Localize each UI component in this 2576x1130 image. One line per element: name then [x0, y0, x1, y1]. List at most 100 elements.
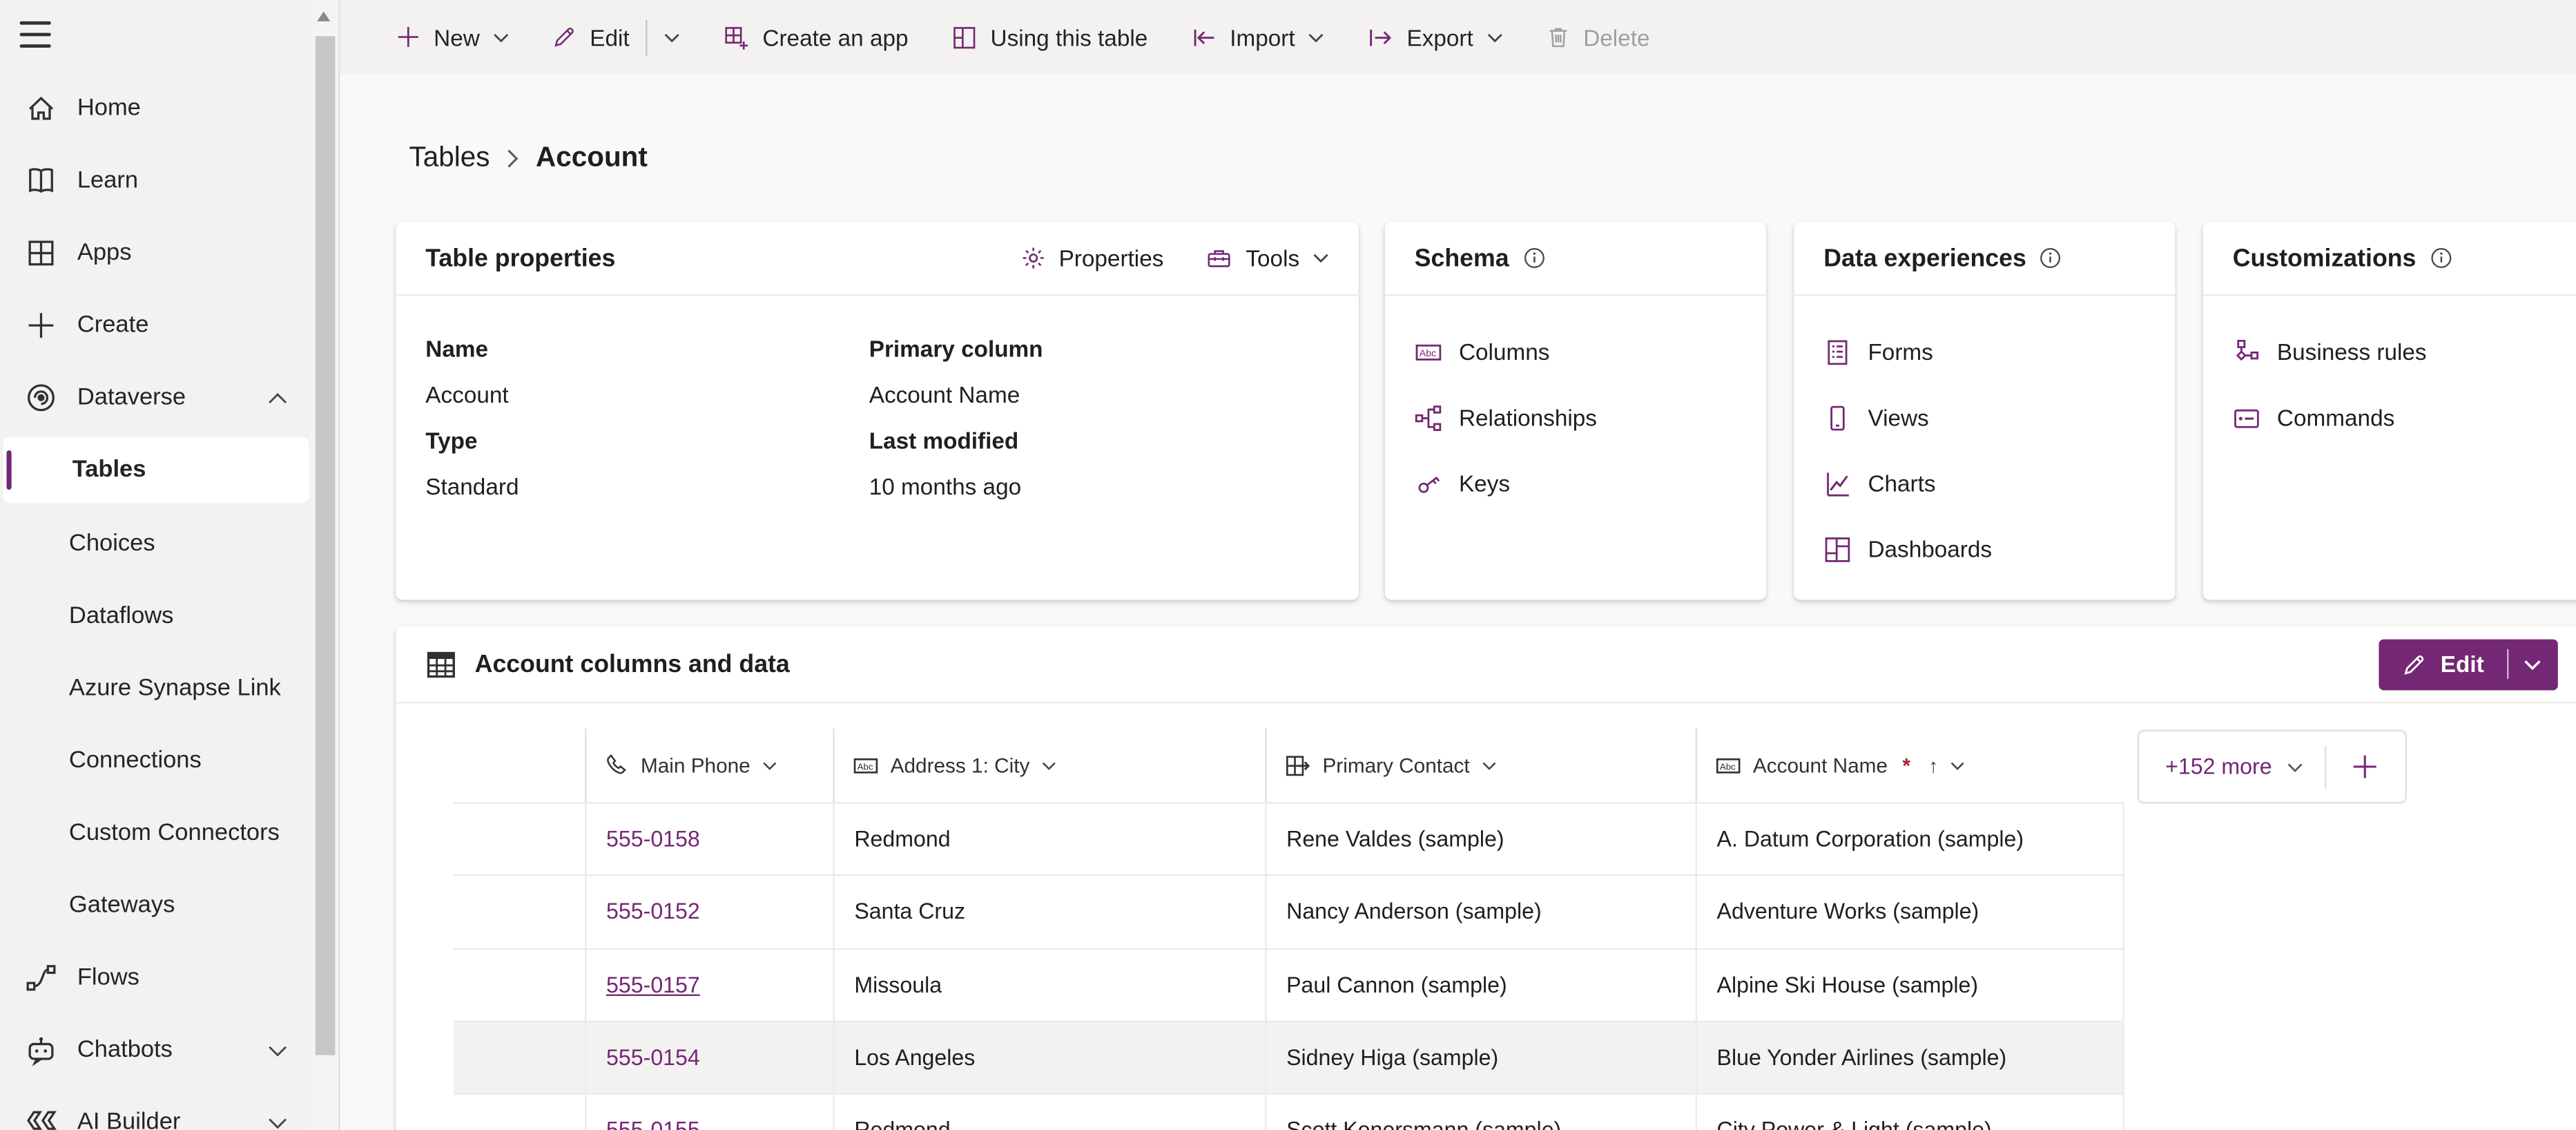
commands-label: Commands — [2276, 404, 2395, 431]
column-header-label: Main Phone — [640, 753, 750, 777]
account-name-cell[interactable]: Adventure Works (sample) — [1695, 874, 2124, 948]
sidebar-item-dataflows[interactable]: Dataflows — [0, 584, 311, 649]
more-columns-button[interactable]: +152 more — [2139, 754, 2303, 779]
city-cell[interactable]: Redmond — [833, 1093, 1266, 1130]
sidebar-item-label: Gateways — [68, 892, 175, 919]
sidebar-item-chatbots[interactable]: Chatbots — [0, 1017, 311, 1083]
info-icon[interactable] — [2429, 247, 2452, 269]
info-icon[interactable] — [2040, 247, 2062, 269]
dashboards-icon — [1825, 536, 1850, 562]
column-header-label: Primary Contact — [1322, 753, 1470, 777]
card-title: Customizations — [2232, 244, 2417, 272]
row-select-cell[interactable] — [453, 1093, 585, 1130]
views-link[interactable]: Views — [1794, 385, 2175, 450]
table-row[interactable]: 555-0155 Redmond Scott Konersmann (sampl… — [453, 1093, 2124, 1130]
primary-contact-cell[interactable]: Scott Konersmann (sample) — [1265, 1093, 1696, 1130]
primary-contact-cell[interactable]: Sidney Higa (sample) — [1265, 1020, 1696, 1093]
home-icon — [29, 96, 53, 120]
scrollbar-up-arrow-icon[interactable] — [317, 11, 331, 21]
customizations-card: Customizations Business rules Commands — [2202, 222, 2576, 600]
breadcrumb-current-page: Account — [536, 141, 648, 173]
charts-icon — [1827, 472, 1849, 496]
delete-button[interactable]: Delete — [1545, 24, 1650, 50]
tools-button[interactable]: Tools — [1206, 245, 1329, 271]
primary-contact-cell[interactable]: Nancy Anderson (sample) — [1265, 874, 1696, 948]
info-icon[interactable] — [1522, 247, 1545, 269]
scrollbar-thumb[interactable] — [314, 36, 335, 1055]
edit-table-button[interactable]: Edit — [2378, 638, 2558, 690]
plus-icon — [2354, 755, 2377, 778]
abc-field-icon: Abc — [1415, 343, 1442, 360]
export-button[interactable]: Export — [1367, 24, 1502, 50]
primary-contact-cell[interactable]: Rene Valdes (sample) — [1265, 802, 1696, 875]
column-header-primary-contact[interactable]: Primary Contact — [1265, 728, 1695, 803]
row-select-cell[interactable] — [453, 802, 585, 874]
columns-link[interactable]: Abc Columns — [1385, 319, 1766, 385]
data-section-title: Account columns and data — [474, 650, 790, 678]
sidebar-item-connections[interactable]: Connections — [0, 728, 311, 794]
column-header-address1-city[interactable]: Abc Address 1: City — [833, 728, 1265, 803]
forms-label: Forms — [1868, 338, 1933, 365]
city-cell[interactable]: Redmond — [833, 802, 1266, 875]
phone-link[interactable]: 555-0154 — [606, 1045, 700, 1070]
phone-link[interactable]: 555-0158 — [606, 827, 700, 852]
edit-button[interactable]: Edit — [552, 24, 630, 50]
sidebar-item-choices[interactable]: Choices — [0, 511, 311, 577]
sidebar-item-learn[interactable]: Learn — [0, 148, 311, 213]
row-select-cell[interactable] — [453, 947, 585, 1020]
sidebar-item-apps[interactable]: Apps — [0, 220, 311, 286]
field-value-primary-column: Account Name — [869, 381, 1020, 408]
column-header-main-phone[interactable]: Main Phone — [585, 728, 833, 803]
account-name-cell[interactable]: A. Datum Corporation (sample) — [1695, 802, 2124, 875]
account-name-cell[interactable]: Blue Yonder Airlines (sample) — [1695, 1020, 2124, 1093]
table-row[interactable]: 555-0152 Santa Cruz Nancy Anderson (samp… — [453, 874, 2124, 948]
sidebar-item-label: AI Builder — [77, 1109, 181, 1130]
sidebar-item-home[interactable]: Home — [0, 75, 311, 141]
sidebar-item-label: Azure Synapse Link — [68, 675, 281, 702]
sidebar: Home Learn Apps Create Dataverse Tables … — [0, 0, 311, 1130]
tools-label: Tools — [1246, 245, 1300, 271]
account-name-cell[interactable]: Alpine Ski House (sample) — [1695, 947, 2124, 1021]
sidebar-item-label: Tables — [72, 457, 146, 483]
commands-link[interactable]: Commands — [2203, 385, 2576, 450]
sidebar-item-create[interactable]: Create — [0, 293, 311, 358]
row-select-cell[interactable] — [453, 874, 585, 948]
breadcrumb-tables-link[interactable]: Tables — [409, 142, 490, 175]
primary-contact-cell[interactable]: Paul Cannon (sample) — [1265, 947, 1696, 1021]
charts-link[interactable]: Charts — [1794, 450, 2175, 516]
table-row[interactable]: 555-0158 Redmond Rene Valdes (sample) A.… — [453, 802, 2124, 875]
sidebar-item-gateways[interactable]: Gateways — [0, 872, 311, 938]
keys-link[interactable]: Keys — [1385, 450, 1766, 516]
phone-link[interactable]: 555-0157 — [606, 973, 700, 997]
table-row[interactable]: 555-0157 Missoula Paul Cannon (sample) A… — [453, 947, 2124, 1021]
dashboards-link[interactable]: Dashboards — [1794, 516, 2175, 582]
hamburger-menu-icon[interactable] — [19, 21, 51, 48]
city-cell[interactable]: Los Angeles — [833, 1020, 1266, 1093]
relationships-link[interactable]: Relationships — [1385, 385, 1766, 450]
business-rules-link[interactable]: Business rules — [2203, 319, 2576, 385]
column-header-account-name[interactable]: Abc Account Name * ↑ — [1695, 728, 2124, 803]
phone-link[interactable]: 555-0155 — [606, 1118, 700, 1130]
data-experiences-card: Data experiences Forms Views Charts Dash… — [1794, 222, 2176, 600]
city-cell[interactable]: Santa Cruz — [833, 874, 1266, 948]
sidebar-item-azure-synapse-link[interactable]: Azure Synapse Link — [0, 655, 311, 721]
row-select-cell[interactable] — [453, 1020, 585, 1093]
sidebar-item-flows[interactable]: Flows — [0, 945, 311, 1011]
city-cell[interactable]: Missoula — [833, 947, 1266, 1021]
using-this-table-button[interactable]: Using this table — [951, 24, 1147, 50]
table-row-hovered[interactable]: 555-0154 Los Angeles Sidney Higa (sample… — [453, 1020, 2124, 1093]
properties-button[interactable]: Properties — [1019, 245, 1163, 271]
import-button[interactable]: Import — [1190, 24, 1324, 50]
forms-link[interactable]: Forms — [1794, 319, 2175, 385]
edit-dropdown-button[interactable] — [664, 32, 681, 42]
sidebar-item-dataverse[interactable]: Dataverse — [0, 365, 311, 430]
sidebar-item-tables[interactable]: Tables — [3, 437, 309, 504]
create-an-app-button[interactable]: Create an app — [723, 24, 909, 50]
new-button[interactable]: New — [396, 24, 509, 50]
phone-link[interactable]: 555-0152 — [606, 900, 700, 925]
add-column-button[interactable] — [2326, 753, 2405, 781]
sidebar-item-ai-builder[interactable]: AI Builder — [0, 1090, 311, 1130]
account-name-cell[interactable]: City Power & Light (sample) — [1695, 1093, 2124, 1130]
sidebar-scrollbar[interactable] — [310, 0, 339, 1130]
sidebar-item-custom-connectors[interactable]: Custom Connectors — [0, 801, 311, 866]
